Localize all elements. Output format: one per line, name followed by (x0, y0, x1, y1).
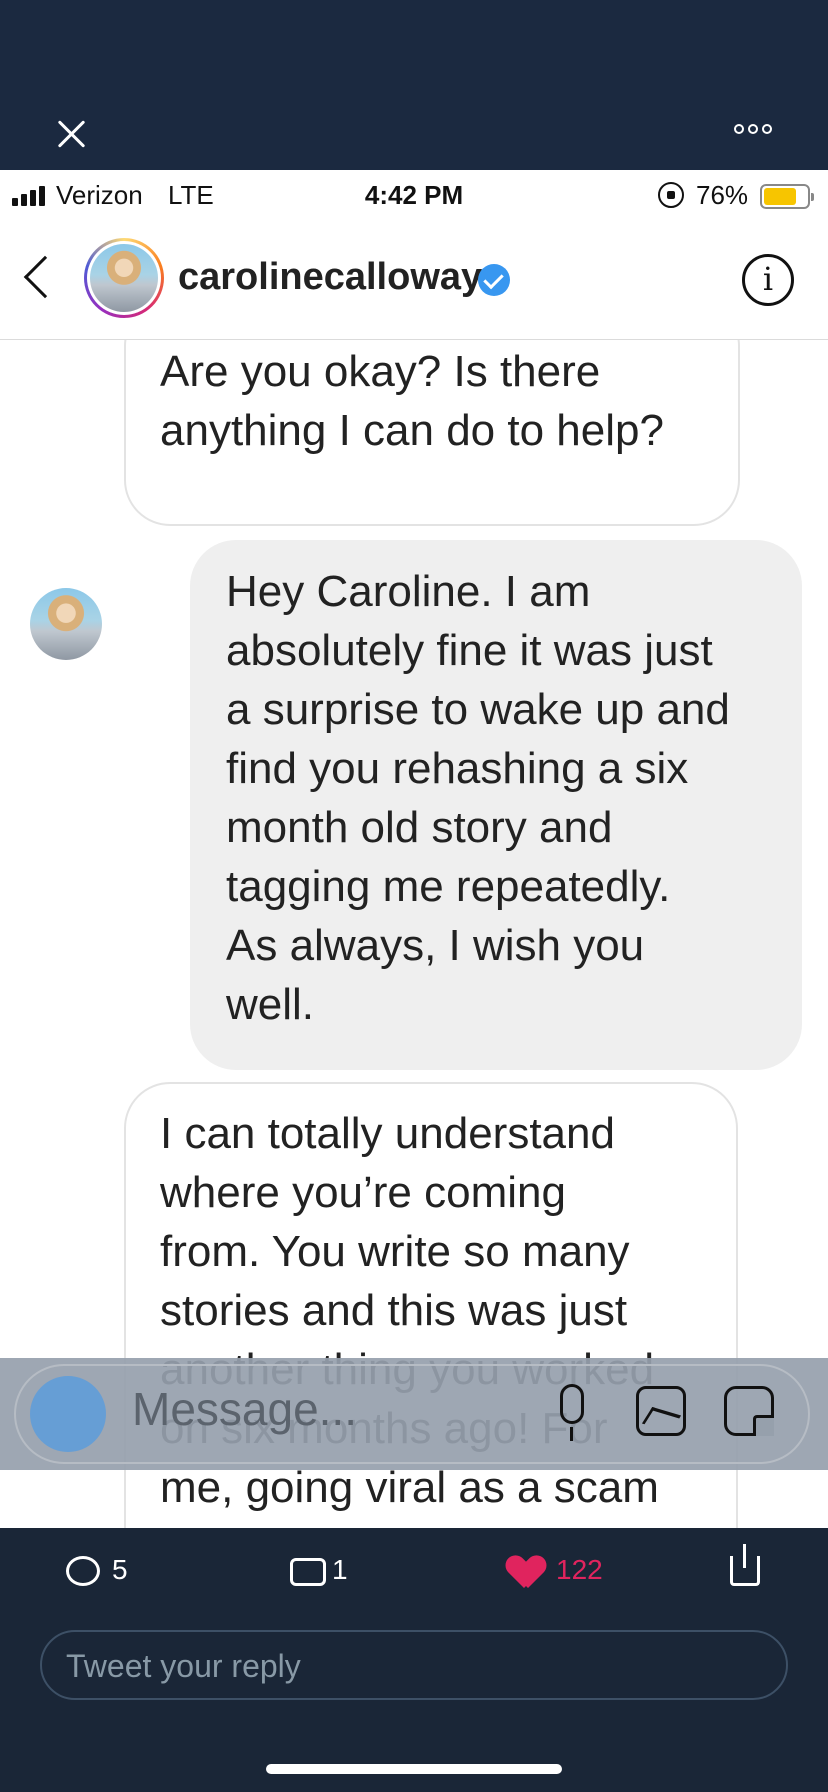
reply-count: 5 (112, 1554, 128, 1585)
message-bubble-outgoing: Hey Caroline. I am absolutely fine it wa… (190, 540, 802, 1070)
message-bubble-incoming: Are you okay? Is there anything I can do… (124, 340, 740, 526)
like-count: 122 (556, 1554, 603, 1585)
dm-header: carolinecalloway i (0, 220, 828, 340)
top-bar (0, 0, 828, 170)
home-indicator[interactable] (266, 1764, 562, 1774)
dm-username[interactable]: carolinecalloway (178, 256, 482, 299)
camera-button[interactable] (30, 1376, 106, 1452)
profile-avatar[interactable] (84, 238, 164, 318)
sticker-icon[interactable] (724, 1386, 774, 1436)
like-heart-icon[interactable] (508, 1556, 544, 1590)
message-thread[interactable]: Are you okay? Is there anything I can do… (0, 340, 828, 1528)
battery-percent: 76% (696, 180, 749, 210)
tweet-reply-placeholder: Tweet your reply (66, 1648, 301, 1684)
message-composer: Message... (0, 1358, 828, 1470)
back-chevron-icon[interactable] (23, 255, 67, 299)
battery-icon (760, 184, 814, 209)
dm-screenshot: Verizon LTE 4:42 PM 76% carolinecalloway… (0, 170, 828, 1528)
more-options-icon[interactable] (734, 124, 772, 134)
tweet-reply-input[interactable]: Tweet your reply (40, 1630, 788, 1700)
retweet-count: 1 (332, 1554, 348, 1585)
sender-avatar[interactable] (30, 588, 102, 660)
info-icon[interactable]: i (742, 254, 794, 306)
close-icon[interactable] (50, 112, 94, 156)
retweet-icon[interactable] (290, 1558, 326, 1586)
status-bar: Verizon LTE 4:42 PM 76% (0, 170, 828, 220)
reply-icon[interactable] (66, 1556, 100, 1586)
microphone-icon[interactable] (560, 1384, 584, 1441)
message-text: Hey Caroline. I am absolutely fine it wa… (226, 567, 730, 1029)
share-icon[interactable] (730, 1544, 760, 1586)
message-text: Are you okay? Is there anything I can do… (160, 347, 664, 455)
avatar-photo (90, 244, 158, 312)
verified-badge-icon (478, 264, 510, 296)
message-input[interactable]: Message... (132, 1382, 357, 1436)
orientation-lock-icon (658, 182, 684, 208)
gallery-icon[interactable] (636, 1386, 686, 1436)
